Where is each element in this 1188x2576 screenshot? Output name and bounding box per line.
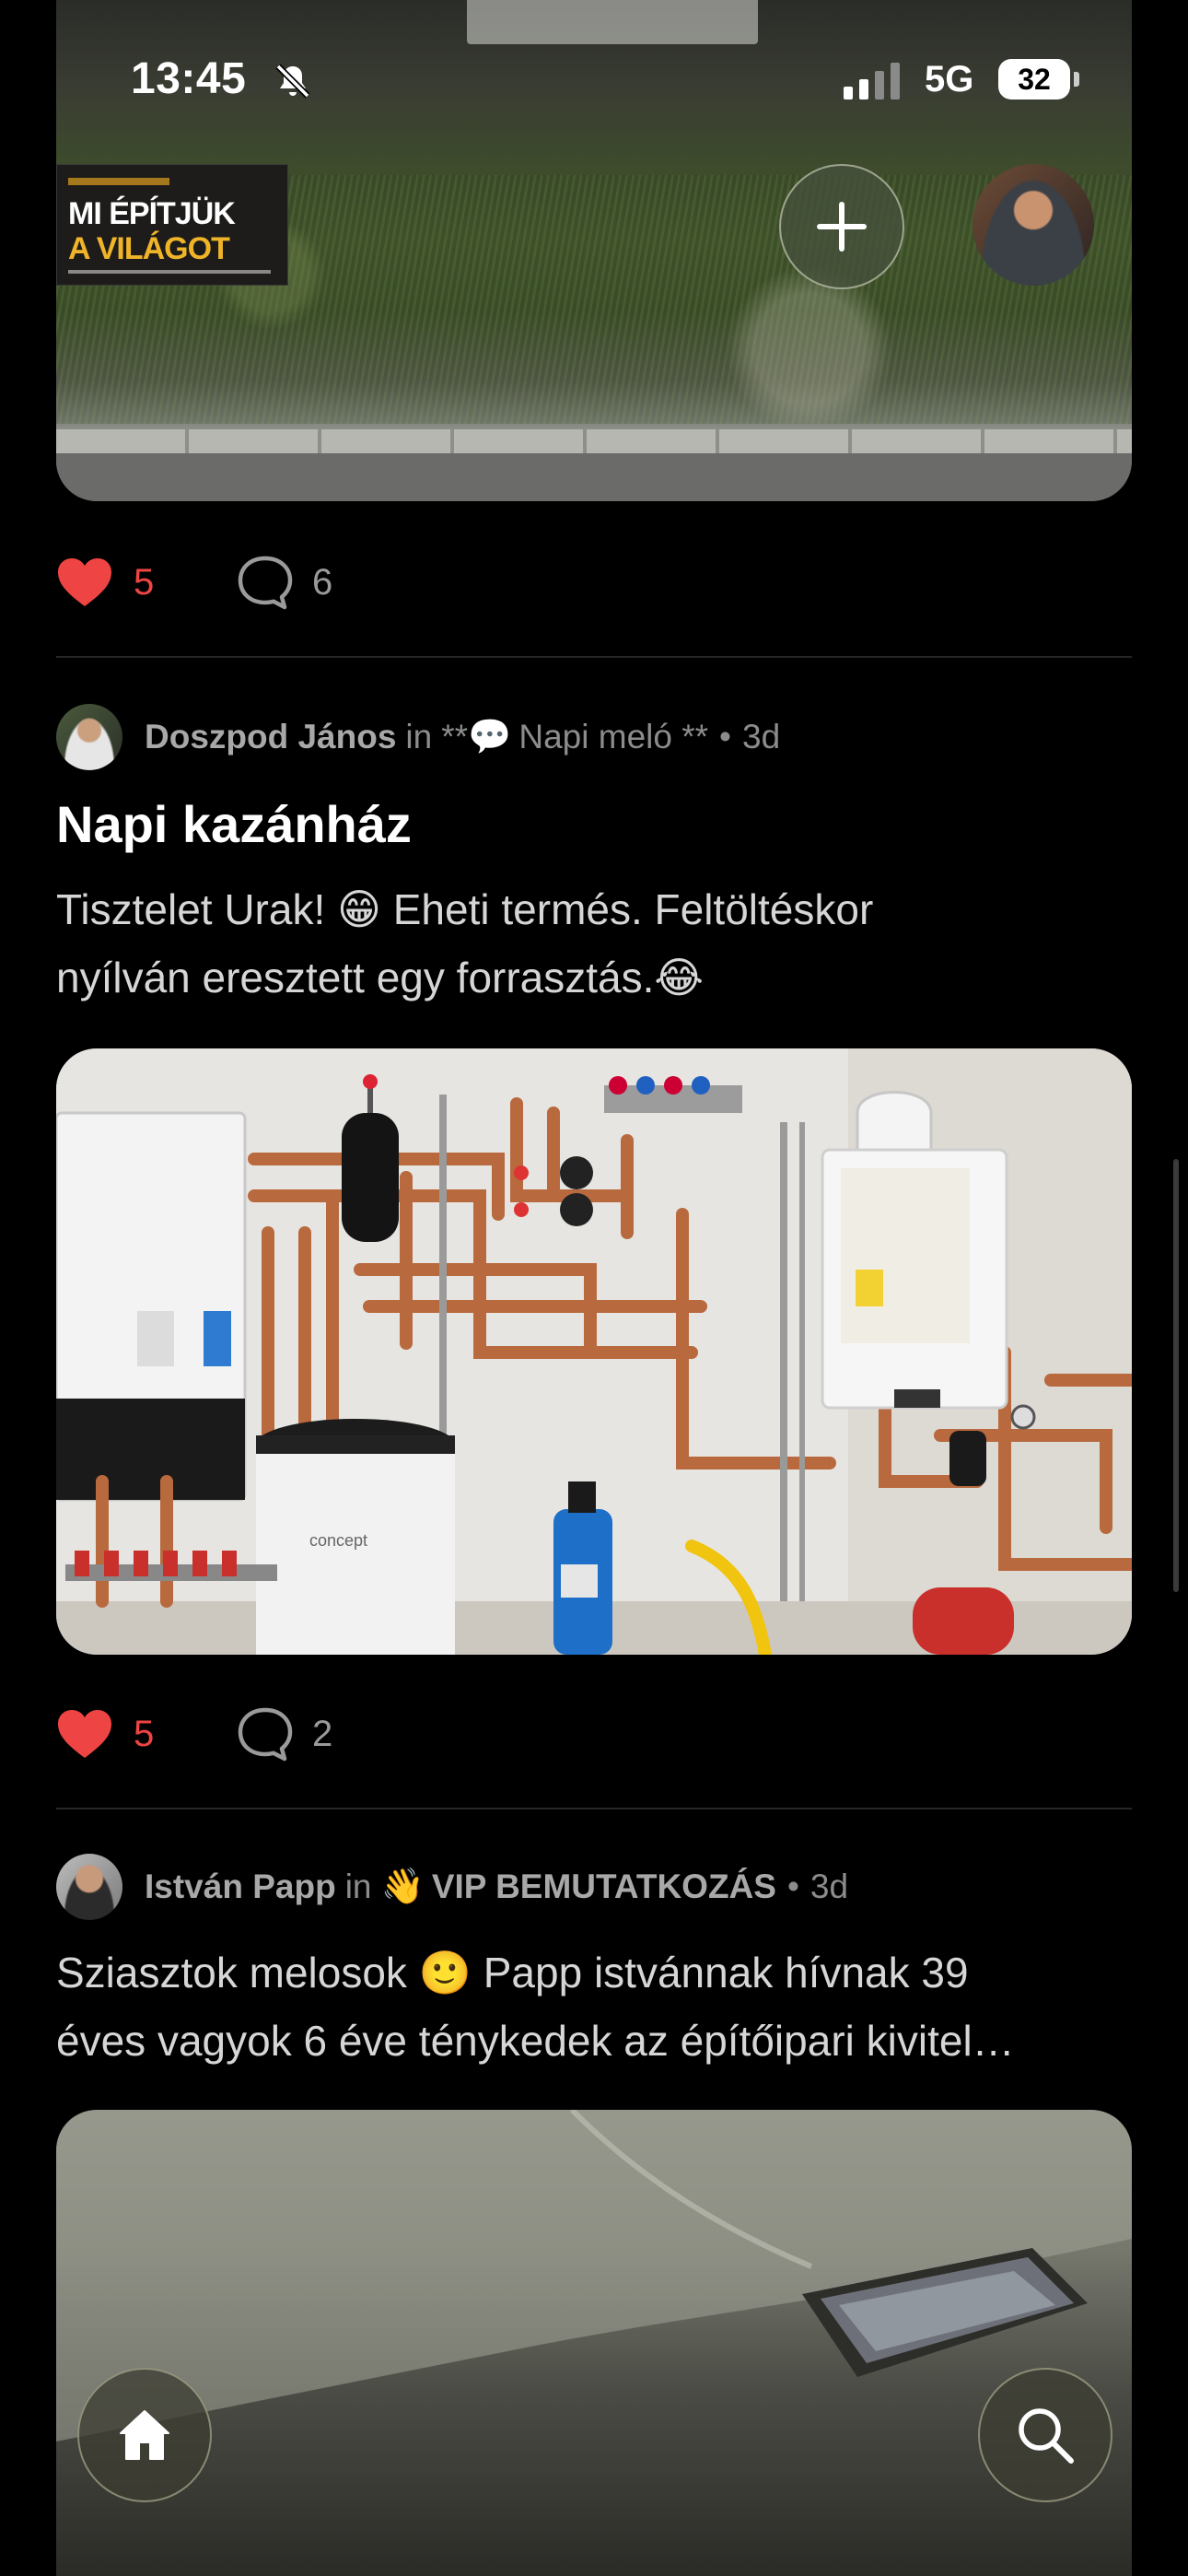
road <box>56 453 1132 501</box>
logo-line-1: MI ÉPÍTJÜK <box>68 196 236 231</box>
author-avatar[interactable] <box>56 1854 122 1920</box>
comment-icon[interactable] <box>237 555 294 610</box>
curb <box>56 429 1132 453</box>
heart-icon[interactable] <box>56 1708 113 1760</box>
battery-indicator: 32 <box>998 59 1079 100</box>
post-image[interactable]: concept <box>56 1048 1132 1655</box>
tank-brand-label: concept <box>309 1531 367 1550</box>
comment-icon[interactable] <box>237 1706 294 1762</box>
comment-count: 6 <box>312 561 333 603</box>
ceiling-photo <box>56 2110 1132 2441</box>
background-sign <box>467 0 758 44</box>
logo-fine-print <box>68 270 271 274</box>
category-prefix: ** <box>441 718 469 755</box>
category-name[interactable]: VIP BEMUTATKOZÁS <box>432 1868 776 1906</box>
comment-count: 2 <box>312 1713 333 1754</box>
home-button[interactable] <box>77 2368 212 2502</box>
post-image[interactable] <box>56 2110 1132 2576</box>
post-header: Doszpod János in ** 💬 Napi meló ** • 3d <box>56 704 780 770</box>
plus-icon <box>817 202 867 252</box>
post-divider <box>56 1808 1132 1809</box>
post-reactions: 5 6 <box>56 555 332 610</box>
post-age: 3d <box>809 1868 849 1905</box>
post-body-line-1: Sziasztok melosok 🙂 Papp istvánnak hívna… <box>56 1949 969 1996</box>
profile-avatar[interactable] <box>973 164 1094 286</box>
in-label: in <box>344 1868 372 1905</box>
speech-bubble-icon: 💬 <box>468 718 512 756</box>
separator-dot: • <box>786 1868 799 1905</box>
boiler-room-photo: concept <box>56 1048 1132 1655</box>
scroll-indicator[interactable] <box>1173 1159 1179 1592</box>
home-icon <box>120 2410 169 2460</box>
logo-tagline-bar <box>68 178 169 185</box>
battery-tip <box>1074 72 1079 87</box>
logo-line-2: A VILÁGOT <box>68 231 230 266</box>
post-reactions: 5 2 <box>56 1706 332 1762</box>
post-divider <box>56 656 1132 658</box>
post-header: István Papp in 👋 VIP BEMUTATKOZÁS • 3d <box>56 1854 848 1920</box>
waving-hand-icon: 👋 <box>380 1868 425 1906</box>
post-body[interactable]: Tisztelet Urak! 😁 Eheti termés. Feltölté… <box>56 875 1132 1012</box>
network-label: 5G <box>925 59 974 100</box>
battery-label: 32 <box>1018 62 1051 96</box>
in-label: in <box>405 718 433 755</box>
heart-icon[interactable] <box>56 556 113 608</box>
post-body-line-2: éves vagyok 6 éve ténykedek az építőipar… <box>56 2017 1015 2065</box>
post-age: 3d <box>742 718 781 755</box>
post-title[interactable]: Napi kazánház <box>56 794 412 854</box>
status-time: 13:45 <box>131 54 247 103</box>
search-button[interactable] <box>978 2368 1112 2502</box>
author-name[interactable]: István Papp <box>145 1868 336 1906</box>
author-name[interactable]: Doszpod János <box>145 718 396 756</box>
signal-icon <box>844 63 900 100</box>
separator-dot: • <box>719 718 731 755</box>
post-body-line-2: nyílván eresztett egy forrasztás.😂 <box>56 954 705 1001</box>
category-name[interactable]: Napi meló ** <box>518 718 708 756</box>
post-body-line-1: Tisztelet Urak! 😁 Eheti termés. Feltölté… <box>56 885 874 933</box>
community-logo[interactable]: MI ÉPÍTJÜK A VILÁGOT <box>56 164 288 286</box>
like-count: 5 <box>134 561 155 603</box>
author-avatar[interactable] <box>56 704 122 770</box>
like-count: 5 <box>134 1713 155 1754</box>
post-body[interactable]: Sziasztok melosok 🙂 Papp istvánnak hívna… <box>56 1938 1132 2075</box>
add-post-button[interactable] <box>779 164 904 289</box>
search-icon <box>1019 2408 1074 2464</box>
bell-off-icon <box>275 64 310 99</box>
